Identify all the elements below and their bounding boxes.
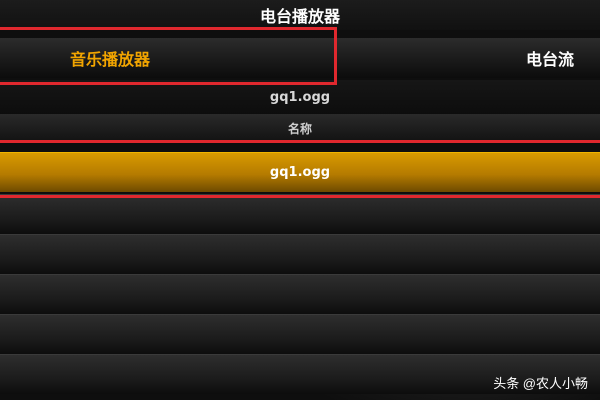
annotation-box-tab [0,27,337,85]
window-title: 电台播放器 [0,0,600,30]
now-playing-filename: gq1.ogg [0,80,600,114]
list-item[interactable] [0,234,600,274]
annotation-box-row [0,140,600,198]
list-item[interactable] [0,274,600,314]
list-item[interactable] [0,194,600,234]
watermark-text: 头条 @农人小畅 [493,376,588,391]
column-header-name[interactable]: 名称 [0,114,600,142]
tab-radio-stream[interactable]: 电台流 [526,38,574,78]
list-item[interactable] [0,314,600,354]
